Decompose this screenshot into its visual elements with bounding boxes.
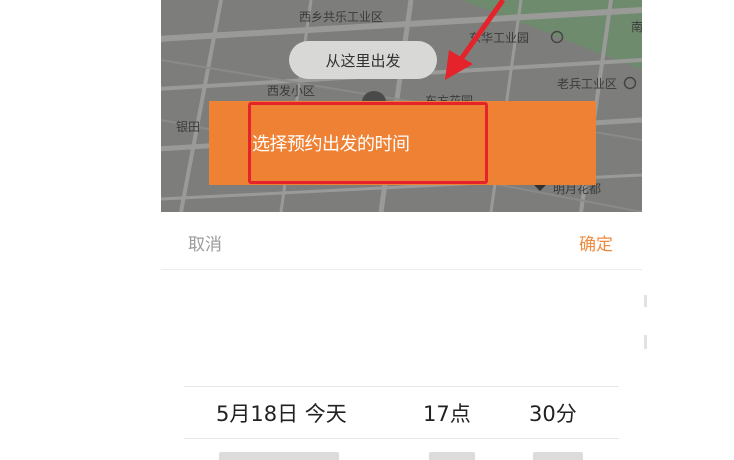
hour-wheel-selected[interactable]: 17点 [423, 398, 471, 428]
map-label-xifa: 西发小区 [267, 84, 316, 98]
minute-wheel-next[interactable] [533, 452, 583, 460]
date-wheel-selected[interactable]: 5月18日 今天 [216, 398, 347, 428]
minute-wheel-selected[interactable]: 30分 [529, 398, 577, 428]
selection-line-top [184, 386, 619, 387]
poi-circle-icon-2 [623, 76, 637, 90]
cancel-button[interactable]: 取消 [188, 230, 222, 255]
edge-decoration [644, 295, 647, 349]
map-label-yintian: 银田 [176, 120, 201, 134]
confirm-button[interactable]: 确定 [579, 230, 613, 255]
map-view[interactable]: 西乡共乐工业区 东华工业园 西发小区 老兵工业区 银田 东方花园 明月花都 南 … [161, 0, 642, 212]
map-label-laobing: 老兵工业区 [557, 77, 618, 91]
selection-line-bottom [184, 438, 619, 439]
hour-wheel-next[interactable] [429, 452, 475, 460]
highlight-box [248, 102, 488, 184]
date-wheel-next[interactable] [219, 452, 339, 460]
picker-header: 取消 确定 [161, 212, 642, 270]
time-picker-sheet: 取消 确定 5月18日 今天 17点 30分 [161, 212, 642, 460]
poi-circle-icon [550, 30, 564, 44]
phone-screen: 西乡共乐工业区 东华工业园 西发小区 老兵工业区 银田 东方花园 明月花都 南 … [161, 0, 642, 460]
start-here-pill[interactable]: 从这里出发 [289, 41, 437, 79]
map-label-nan: 南 [631, 20, 642, 34]
map-label-xixiang: 西乡共乐工业区 [299, 10, 384, 24]
pointer-arrow-icon [445, 0, 506, 80]
